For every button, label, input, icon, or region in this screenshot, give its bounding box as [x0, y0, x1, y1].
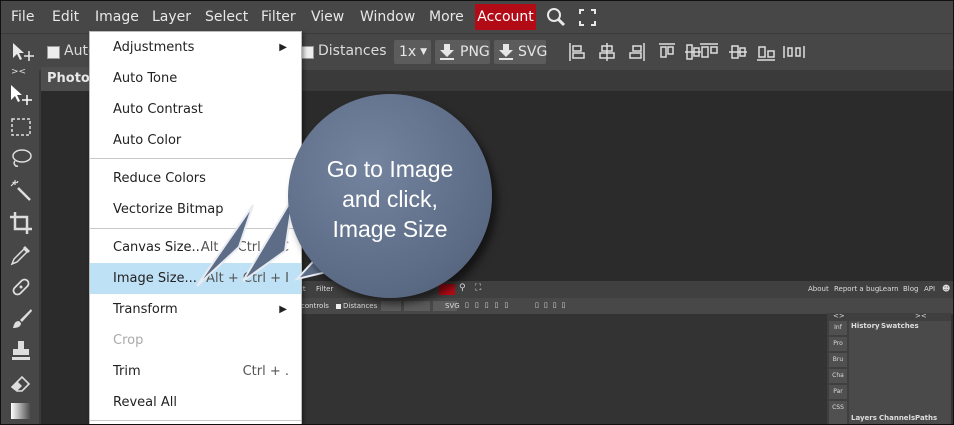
callout-line: Image Size: [332, 216, 448, 242]
callout-line: and click,: [342, 186, 438, 212]
callout-text: Go to Image and click, Image Size: [288, 154, 492, 244]
arrow-shape: [196, 204, 254, 287]
app-window: File Edit Image Layer Select Filter View…: [0, 0, 954, 425]
callout-bubble: Go to Image and click, Image Size: [288, 94, 492, 298]
callout-line: Go to Image: [326, 156, 454, 182]
